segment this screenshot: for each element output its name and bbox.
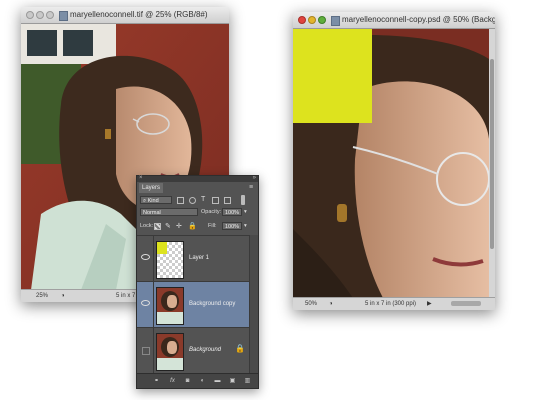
expand-icon[interactable]: »	[253, 175, 256, 181]
blend-row: Normal Opacity: 100% ▾	[137, 208, 258, 218]
close-button[interactable]	[298, 16, 306, 24]
right-status-bar: 50% ◑ 5 in x 7 in (300 ppi) ▶	[293, 297, 495, 310]
lock-all-icon[interactable]: 🔒	[188, 222, 197, 230]
right-window-titlebar[interactable]: maryellenoconnell-copy.psd @ 50% (Backgr…	[293, 12, 495, 29]
right-document-window[interactable]: maryellenoconnell-copy.psd @ 50% (Backgr…	[293, 12, 495, 310]
layer-row-layer-1[interactable]: Layer 1	[137, 235, 249, 282]
layer-row-background-copy[interactable]: Background copy	[137, 281, 249, 328]
vertical-scrollbar[interactable]	[489, 29, 495, 298]
document-info[interactable]: 5 in x 7 in (300 ppi)	[365, 298, 416, 310]
panel-bottom-bar: ⚭ fx ◙ ◐ ▬ ▣ ▥	[137, 373, 258, 388]
right-photo-canvas[interactable]	[293, 29, 489, 298]
folder-icon[interactable]: ▬	[214, 378, 221, 384]
panel-menu-icon[interactable]: ≡	[247, 184, 255, 192]
left-window-titlebar[interactable]: maryellenoconnell.tif @ 25% (RGB/8#)	[21, 7, 229, 24]
layer-list: Layer 1 Background copy Background 🔒	[137, 235, 249, 374]
zoom-button[interactable]	[318, 16, 326, 24]
layer-name[interactable]: Background copy	[189, 301, 235, 307]
lock-row: Lock: ✎ ✛ 🔒 Fill: 100% ▾	[137, 222, 258, 232]
search-icon: ⌕	[143, 198, 147, 204]
smart-object-filter-icon[interactable]	[224, 197, 231, 204]
collapse-icon[interactable]: ×	[139, 175, 143, 181]
thumbnail-jacket	[157, 312, 183, 324]
shape-filter-icon[interactable]	[212, 197, 219, 204]
layer-name[interactable]: Background	[189, 347, 221, 353]
document-icon	[59, 11, 68, 21]
lock-position-icon[interactable]: ✛	[176, 222, 182, 230]
thumbnail-jacket	[157, 358, 183, 370]
window-title: maryellenoconnell.tif @ 25% (RGB/8#)	[70, 10, 208, 19]
minimize-button[interactable]	[36, 11, 44, 19]
layer-thumbnail	[156, 241, 184, 279]
thumbnail-face	[167, 295, 177, 308]
thumbnail-face	[167, 341, 177, 354]
lock-icon: 🔒	[235, 344, 245, 353]
opacity-field[interactable]: 100%	[222, 208, 242, 216]
horizontal-scrollbar[interactable]	[451, 301, 481, 306]
scrollbar-thumb[interactable]	[490, 59, 494, 249]
trash-icon[interactable]: ▥	[244, 378, 251, 384]
visibility-toggle[interactable]	[137, 236, 154, 282]
zoom-button[interactable]	[46, 11, 54, 19]
layer-thumbnail	[156, 333, 184, 371]
kind-filter-select[interactable]: ⌕ Kind	[140, 196, 172, 204]
fill-label: Fill:	[208, 223, 217, 229]
visibility-toggle[interactable]	[137, 282, 154, 328]
adjustment-icon[interactable]: ◐	[199, 378, 206, 384]
play-icon[interactable]: ▶	[427, 298, 432, 310]
zoom-level[interactable]: 25%	[36, 290, 48, 302]
eye-icon	[141, 300, 150, 306]
opacity-dropdown-icon[interactable]: ▾	[244, 209, 247, 215]
status-arrow-icon[interactable]: ◑	[61, 290, 65, 302]
layers-scrollbar[interactable]	[249, 235, 258, 374]
fill-field[interactable]: 100%	[222, 222, 242, 230]
adjustment-filter-icon[interactable]	[189, 197, 196, 204]
new-layer-icon[interactable]: ▣	[229, 378, 236, 384]
kind-filter-label: Kind	[147, 198, 159, 204]
yellow-fill-rectangle[interactable]	[293, 29, 372, 123]
layer-row-background[interactable]: Background 🔒	[137, 327, 249, 374]
layers-panel[interactable]: × » Layers ≡ ⌕ Kind T Normal Opacity: 10…	[136, 175, 259, 389]
thumbnail-yellow-block	[157, 242, 167, 254]
layers-tab[interactable]: Layers	[139, 183, 164, 193]
type-filter-icon[interactable]: T	[201, 196, 205, 203]
filter-row: ⌕ Kind T	[137, 195, 258, 206]
link-icon[interactable]: ⚭	[153, 378, 160, 384]
visibility-toggle[interactable]	[137, 328, 154, 374]
hidden-visibility-box	[142, 347, 150, 355]
eye-icon	[141, 254, 150, 260]
minimize-button[interactable]	[308, 16, 316, 24]
lock-transparency-icon[interactable]	[154, 223, 161, 230]
window-title: maryellenoconnell-copy.psd @ 50% (Backgr…	[342, 15, 495, 24]
fx-icon[interactable]: fx	[169, 378, 176, 384]
fill-dropdown-icon[interactable]: ▾	[244, 223, 247, 229]
filter-toggle-icon[interactable]	[241, 195, 245, 205]
layer-thumbnail	[156, 287, 184, 325]
document-icon	[331, 16, 340, 26]
mask-icon[interactable]: ◙	[184, 378, 191, 384]
pixel-filter-icon[interactable]	[177, 197, 184, 204]
lock-pixels-icon[interactable]: ✎	[165, 222, 171, 230]
layer-name[interactable]: Layer 1	[189, 255, 209, 261]
zoom-level[interactable]: 50%	[305, 298, 317, 310]
panel-header-bar[interactable]: × »	[137, 175, 258, 182]
lock-label: Lock:	[140, 223, 154, 229]
blend-mode-select[interactable]: Normal	[140, 208, 198, 216]
opacity-label: Opacity:	[201, 209, 222, 215]
status-arrow-icon[interactable]: ◑	[329, 298, 333, 310]
close-button[interactable]	[26, 11, 34, 19]
